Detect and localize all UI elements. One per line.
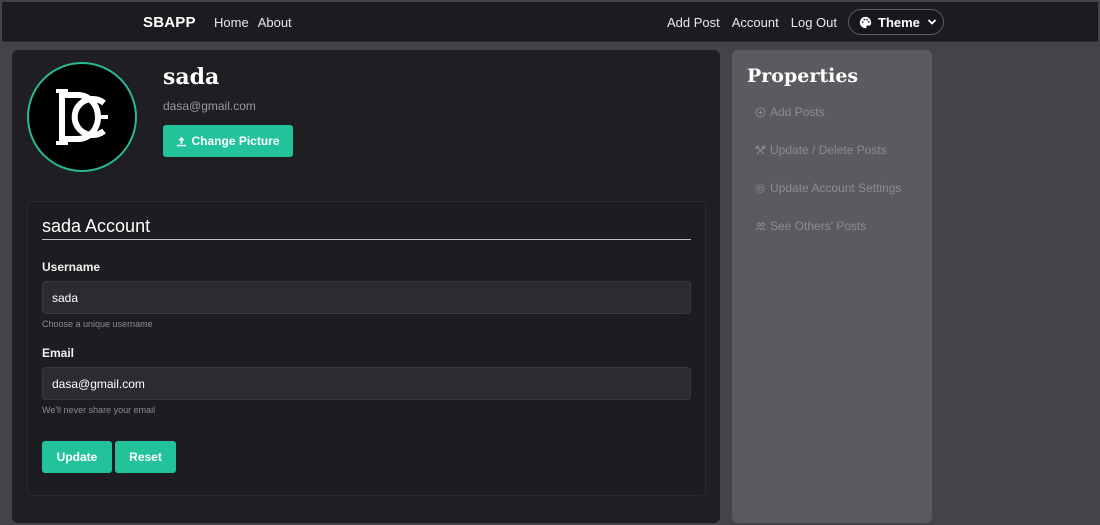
sidebar-item-see-others-posts[interactable]: See Others' Posts (755, 219, 866, 233)
profile-email: dasa@gmail.com (163, 99, 256, 113)
users-icon (755, 222, 766, 230)
palette-icon (859, 16, 872, 28)
plus-circle-icon (755, 106, 766, 118)
tools-icon (755, 145, 766, 155)
sidebar-item-label: Update Account Settings (770, 181, 902, 195)
navbar: SBAPP Home About Add Post Account Log Ou… (2, 2, 1098, 42)
email-help-text: We'll never share your email (42, 405, 156, 415)
account-form-title: sada Account (42, 216, 151, 236)
nav-right-links: Add Post Account Log Out (667, 15, 837, 30)
change-picture-label: Change Picture (191, 134, 280, 148)
nav-link-account[interactable]: Account (732, 15, 779, 30)
change-picture-button[interactable]: Change Picture (163, 125, 293, 157)
profile-card: sada dasa@gmail.com Change Picture sada … (12, 50, 720, 523)
properties-sidebar: Properties Add Posts Update / Delete Pos… (732, 50, 932, 523)
sidebar-item-label: See Others' Posts (770, 219, 867, 233)
app-window: SBAPP Home About Add Post Account Log Ou… (2, 2, 1098, 523)
nav-link-home[interactable]: Home (214, 15, 249, 30)
nav-link-add-post[interactable]: Add Post (667, 15, 720, 30)
chevron-down-icon (928, 19, 936, 25)
gear-icon (755, 183, 766, 193)
upload-icon (177, 136, 187, 146)
sidebar-item-label: Add Posts (770, 105, 825, 119)
sidebar-item-label: Update / Delete Posts (770, 143, 887, 157)
theme-dropdown-button[interactable]: Theme (848, 9, 944, 35)
theme-label: Theme (878, 14, 920, 30)
account-form: sada Account Username Choose a unique us… (27, 201, 706, 496)
dc-monogram-logo-icon (56, 89, 108, 145)
sidebar-item-add-posts[interactable]: Add Posts (755, 105, 825, 119)
sidebar-item-update-account-settings[interactable]: Update Account Settings (755, 181, 901, 195)
username-label: Username (42, 260, 101, 274)
username-input[interactable] (42, 281, 691, 314)
nav-left-links: Home About (214, 15, 292, 30)
reset-button[interactable]: Reset (115, 441, 176, 473)
title-divider (42, 239, 691, 240)
nav-link-about[interactable]: About (258, 15, 292, 30)
brand-logo[interactable]: SBAPP (143, 14, 196, 31)
profile-name: sada (163, 64, 220, 90)
username-help-text: Choose a unique username (42, 319, 153, 329)
email-input[interactable] (42, 367, 691, 400)
avatar[interactable] (27, 62, 137, 172)
sidebar-item-update-delete-posts[interactable]: Update / Delete Posts (755, 143, 887, 157)
email-label: Email (42, 346, 75, 360)
sidebar-title: Properties (747, 65, 859, 87)
update-button[interactable]: Update (42, 441, 112, 473)
nav-link-log-out[interactable]: Log Out (791, 15, 837, 30)
